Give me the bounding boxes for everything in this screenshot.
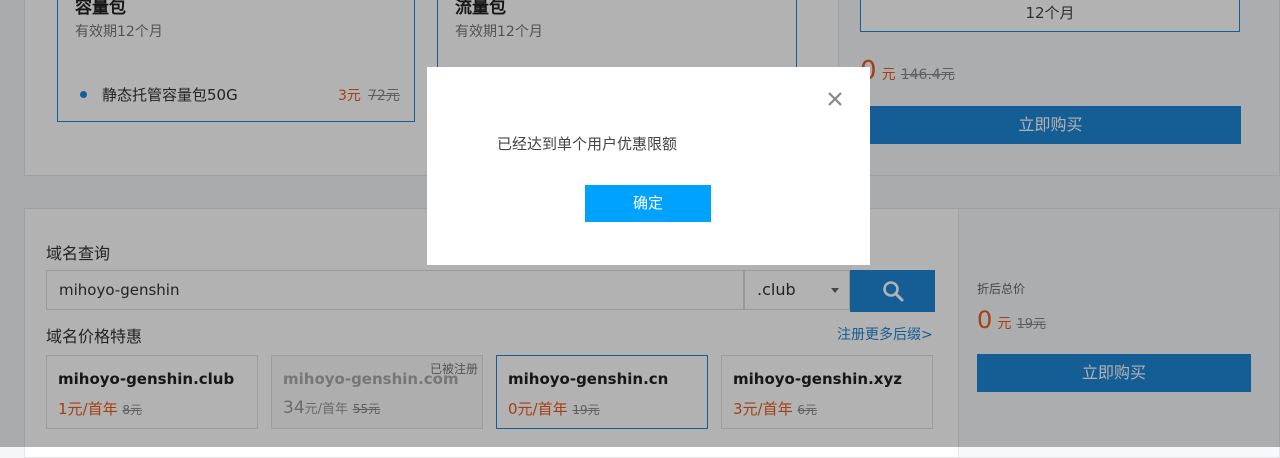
close-icon (828, 92, 842, 106)
dialog-message: 已经达到单个用户优惠限额 (497, 135, 678, 153)
confirm-button[interactable]: 确定 (585, 185, 711, 222)
close-button[interactable] (825, 89, 845, 109)
alert-dialog: 已经达到单个用户优惠限额 确定 (427, 67, 870, 265)
